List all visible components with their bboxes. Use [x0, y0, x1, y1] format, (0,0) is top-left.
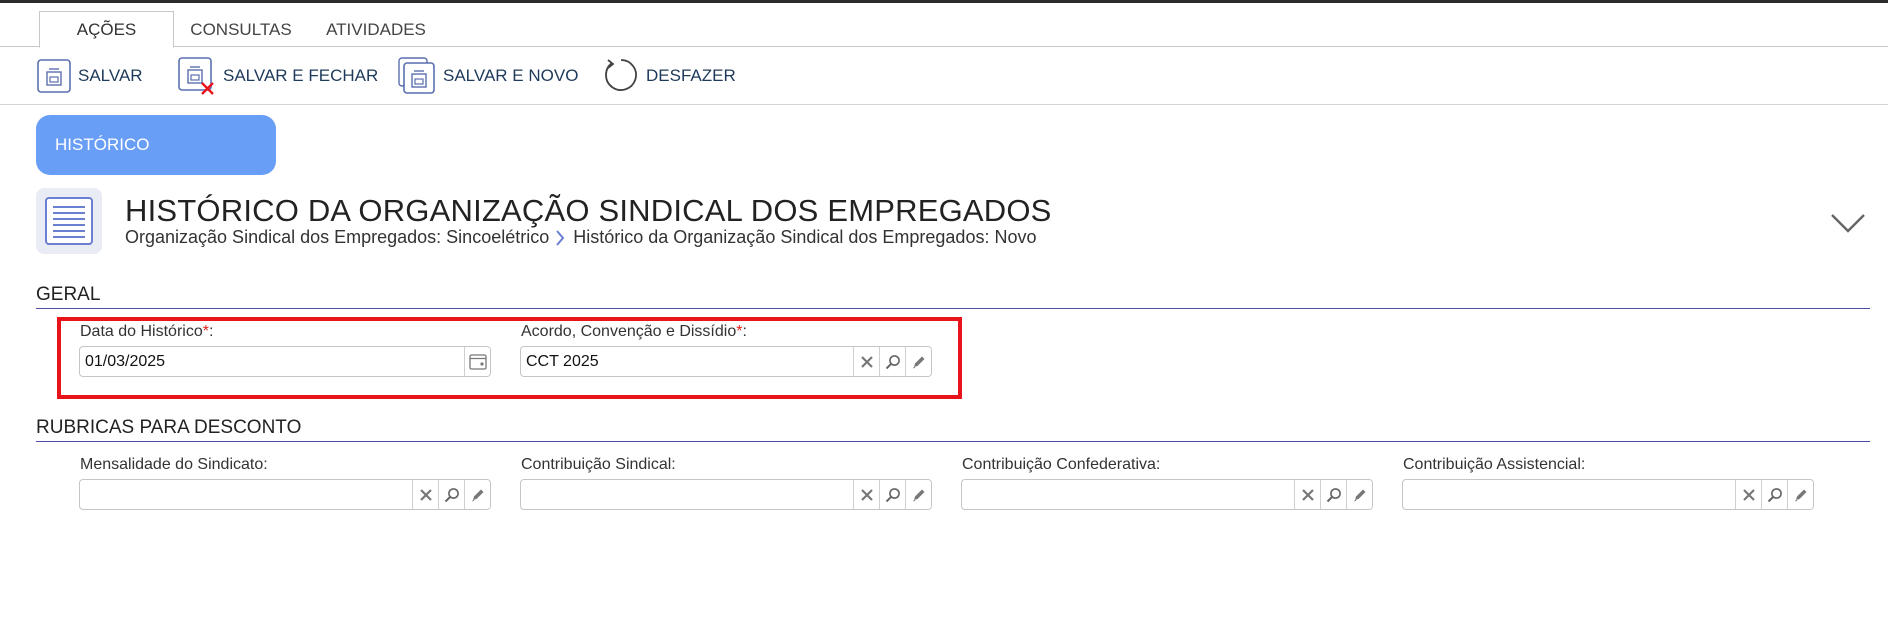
- sindical-search-button[interactable]: [879, 480, 905, 509]
- save-and-new-button-label: SALVAR E NOVO: [443, 66, 579, 85]
- action-toolbar: SALVAR SALVAR E FECHAR SALVAR E NOVO DES…: [0, 48, 1888, 105]
- ribbon-tabs: AÇÕES CONSULTAS ATIVIDADES: [0, 3, 1888, 48]
- section-title-geral: GERAL: [36, 284, 101, 305]
- save-button[interactable]: SALVAR: [36, 56, 143, 96]
- search-icon: [1767, 487, 1782, 502]
- contribuicao-assistencial-field[interactable]: [1402, 479, 1814, 510]
- tab-consultas[interactable]: CONSULTAS: [180, 11, 302, 48]
- undo-icon: [605, 59, 637, 91]
- collapse-header-button[interactable]: [1830, 212, 1866, 239]
- clear-x-icon: [860, 488, 873, 501]
- tab-acoes[interactable]: AÇÕES: [39, 11, 174, 48]
- pencil-icon: [912, 489, 924, 501]
- section-title-rubricas: RUBRICAS PARA DESCONTO: [36, 417, 302, 438]
- save-and-close-button[interactable]: SALVAR E FECHAR: [177, 56, 378, 96]
- undo-button[interactable]: DESFAZER: [602, 56, 736, 96]
- sindical-edit-button[interactable]: [905, 480, 931, 509]
- pencil-icon: [1794, 489, 1806, 501]
- contribuicao-confederativa-field[interactable]: [961, 479, 1373, 510]
- chevron-right-icon: [555, 229, 565, 247]
- chevron-down-icon: [1831, 214, 1865, 233]
- confederativa-edit-button[interactable]: [1346, 480, 1372, 509]
- confederativa-clear-button[interactable]: [1294, 480, 1320, 509]
- pencil-icon: [471, 489, 483, 501]
- clear-x-icon: [1301, 488, 1314, 501]
- breadcrumb-item-current: Histórico da Organização Sindical dos Em…: [573, 227, 1037, 247]
- mensalidade-clear-button[interactable]: [412, 480, 438, 509]
- breadcrumb-item-parent[interactable]: Organização Sindical dos Empregados: Sin…: [125, 227, 549, 248]
- save-button-label: SALVAR: [78, 66, 143, 85]
- undo-button-label: DESFAZER: [646, 66, 736, 85]
- mensalidade-sindicato-field[interactable]: [79, 479, 491, 510]
- document-lines-icon: [36, 188, 102, 254]
- search-icon: [885, 487, 900, 502]
- section-divider-rubricas: [36, 441, 1870, 442]
- contribuicao-sindical-field[interactable]: [520, 479, 932, 510]
- assistencial-edit-button[interactable]: [1787, 480, 1813, 509]
- page-title: HISTÓRICO DA ORGANIZAÇÃO SINDICAL DOS EM…: [125, 193, 1052, 228]
- floppy-disk-new-icon: [398, 57, 435, 94]
- mensalidade-sindicato-label: Mensalidade do Sindicato:: [80, 456, 268, 473]
- clear-x-icon: [419, 488, 432, 501]
- historico-section-tab[interactable]: HISTÓRICO: [36, 115, 276, 175]
- contribuicao-confederativa-label: Contribuição Confederativa:: [962, 456, 1161, 473]
- assistencial-clear-button[interactable]: [1735, 480, 1761, 509]
- sindical-clear-button[interactable]: [853, 480, 879, 509]
- search-icon: [444, 487, 459, 502]
- mensalidade-search-button[interactable]: [438, 480, 464, 509]
- save-and-close-button-label: SALVAR E FECHAR: [223, 66, 379, 85]
- breadcrumb: Organização Sindical dos Empregados: Sin…: [125, 227, 1036, 248]
- highlight-box: [57, 317, 962, 399]
- save-and-new-button[interactable]: SALVAR E NOVO: [397, 56, 578, 96]
- assistencial-search-button[interactable]: [1761, 480, 1787, 509]
- mensalidade-edit-button[interactable]: [464, 480, 490, 509]
- section-divider-geral: [36, 308, 1870, 309]
- confederativa-search-button[interactable]: [1320, 480, 1346, 509]
- floppy-disk-icon: [37, 59, 71, 93]
- contribuicao-sindical-label: Contribuição Sindical:: [521, 456, 676, 473]
- search-icon: [1326, 487, 1341, 502]
- tab-atividades[interactable]: ATIVIDADES: [316, 11, 436, 48]
- contribuicao-assistencial-label: Contribuição Assistencial:: [1403, 456, 1586, 473]
- clear-x-icon: [1742, 488, 1755, 501]
- pencil-icon: [1353, 489, 1365, 501]
- floppy-disk-close-icon: [178, 57, 214, 95]
